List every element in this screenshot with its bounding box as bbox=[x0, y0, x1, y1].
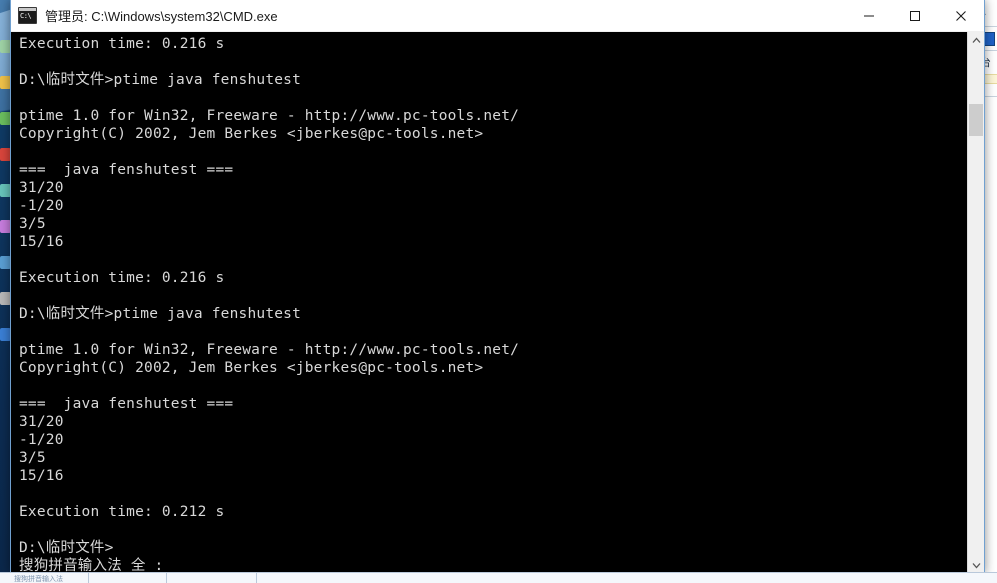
scrollbar-up-arrow-icon[interactable] bbox=[968, 32, 984, 49]
console-scrollbar[interactable] bbox=[967, 32, 984, 574]
window-title: 管理员: C:\Windows\system32\CMD.exe bbox=[45, 9, 278, 24]
taskbar-cell[interactable] bbox=[88, 573, 167, 583]
maximize-button[interactable] bbox=[892, 0, 938, 31]
console-output-area[interactable]: Execution time: 0.216 s D:\临时文件>ptime ja… bbox=[11, 32, 984, 574]
cmd-icon: C:\ bbox=[18, 7, 37, 24]
taskbar-strip[interactable]: 搜狗拼音输入法 bbox=[0, 572, 997, 583]
console-text: Execution time: 0.216 s D:\临时文件>ptime ja… bbox=[19, 36, 520, 574]
minimize-button[interactable] bbox=[846, 0, 892, 31]
close-button[interactable] bbox=[938, 0, 984, 31]
window-titlebar[interactable]: C:\ 管理员: C:\Windows\system32\CMD.exe bbox=[11, 0, 984, 32]
window-controls bbox=[846, 0, 984, 31]
screen-root: ⌄ 台 t C:\ 管理员: C:\Windows\system32\CMD.e… bbox=[0, 0, 997, 583]
taskbar-cell[interactable] bbox=[166, 573, 257, 583]
cmd-icon-label: C:\ bbox=[20, 12, 32, 20]
taskbar-label: 搜狗拼音输入法 bbox=[14, 576, 63, 583]
scrollbar-thumb[interactable] bbox=[969, 104, 983, 136]
cmd-window: C:\ 管理员: C:\Windows\system32\CMD.exe Exe… bbox=[10, 0, 985, 574]
